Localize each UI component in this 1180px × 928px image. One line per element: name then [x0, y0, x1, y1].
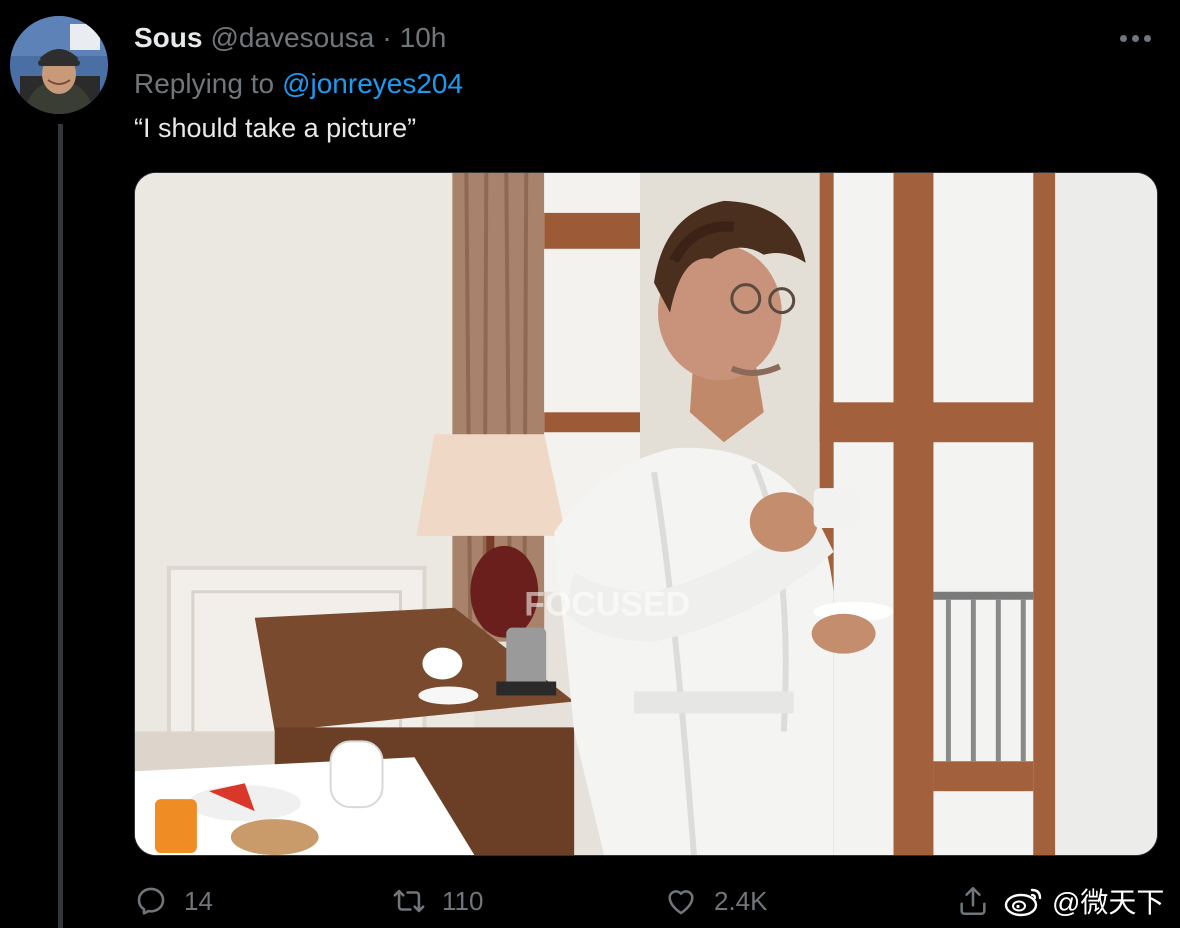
- share-button[interactable]: [956, 878, 990, 924]
- hotel-room-photo: FOCUSED: [135, 173, 1157, 855]
- reply-icon: [137, 887, 165, 915]
- more-options-button[interactable]: [1112, 22, 1158, 54]
- tweet-page: Sous @davesousa · 10h Replying to @jonre…: [0, 0, 1180, 928]
- display-name[interactable]: Sous: [134, 22, 202, 54]
- like-count: 2.4K: [714, 885, 768, 916]
- reply-button[interactable]: 14: [134, 878, 213, 924]
- share-icon: [960, 886, 986, 916]
- weibo-watermark-text: @微天下: [1052, 887, 1165, 918]
- more-icon: [1119, 34, 1127, 42]
- more-icon-dot: [1143, 34, 1151, 42]
- replying-to-prefix: Replying to: [134, 68, 275, 99]
- tweet-text: “I should take a picture”: [134, 112, 417, 143]
- tweet-header: Sous @davesousa · 10h: [134, 20, 446, 56]
- weibo-logo-icon: [1004, 888, 1042, 917]
- tweet-media-image[interactable]: FOCUSED: [134, 172, 1158, 856]
- avatar[interactable]: [10, 16, 108, 114]
- retweet-count: 110: [442, 885, 484, 916]
- retweet-button[interactable]: 110: [392, 878, 483, 924]
- reply-count: 14: [184, 885, 213, 916]
- avatar-photo: [10, 16, 108, 114]
- thread-line: [58, 124, 63, 928]
- replying-to-mention[interactable]: @jonreyes204: [282, 68, 463, 100]
- user-handle[interactable]: @davesousa: [210, 22, 374, 54]
- heart-icon: [668, 890, 694, 915]
- more-icon-dot: [1131, 34, 1139, 42]
- like-button[interactable]: 2.4K: [664, 878, 768, 924]
- replying-to-line: Replying to @jonreyes204: [134, 66, 463, 102]
- retweet-icon: [393, 889, 425, 913]
- media-watermark-text: FOCUSED: [524, 586, 690, 624]
- separator-dot: ·: [382, 22, 392, 53]
- tweet-timestamp[interactable]: 10h: [400, 22, 447, 54]
- weibo-watermark: @微天下: [1004, 878, 1164, 924]
